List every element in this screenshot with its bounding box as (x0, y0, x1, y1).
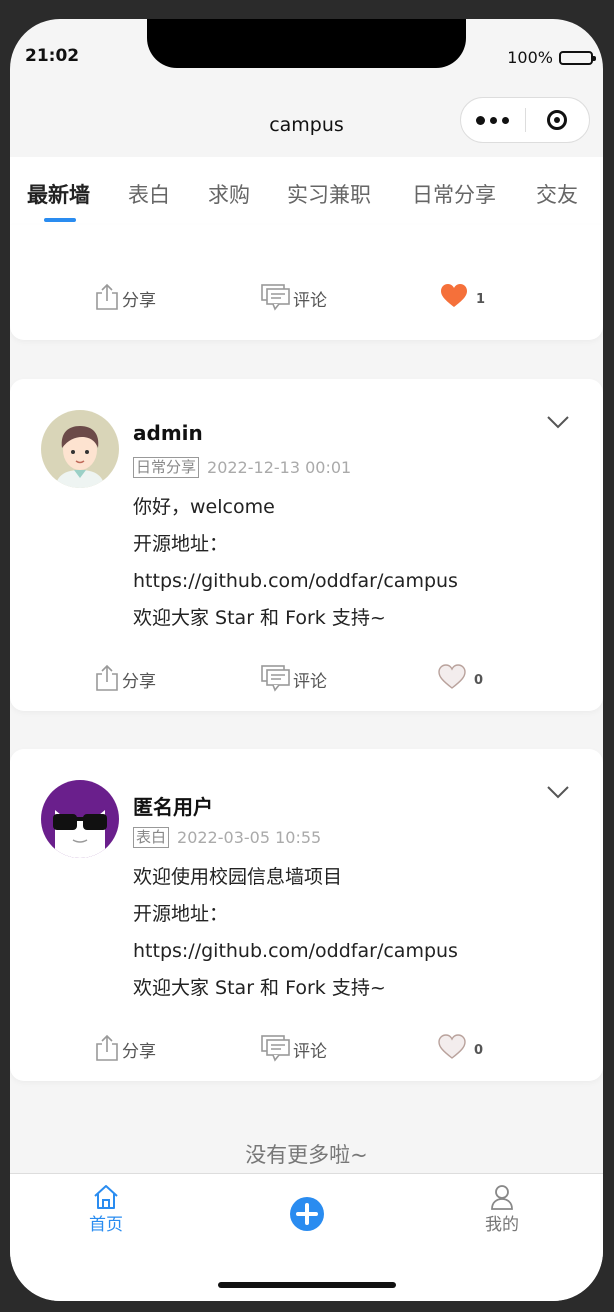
tab-friends[interactable]: 交友 (536, 179, 578, 209)
post-time: 2022-03-05 10:55 (177, 828, 322, 847)
avatar[interactable] (41, 410, 119, 488)
post-card: admin 日常分享 2022-12-13 00:01 你好，welcome 开… (10, 379, 603, 711)
comment-button[interactable]: 评论 (261, 664, 327, 692)
like-button[interactable]: 0 (438, 1034, 483, 1060)
post-line: 欢迎使用校园信息墙项目 (133, 866, 343, 888)
share-icon (96, 283, 118, 310)
battery-percent: 100% (507, 48, 553, 67)
tab-daily-share[interactable]: 日常分享 (412, 179, 496, 209)
tabbar-mine-label: 我的 (485, 1215, 519, 1235)
miniprogram-capsule (460, 97, 590, 143)
comment-icon (261, 284, 290, 311)
post-content: 欢迎使用校园信息墙项目 开源地址： https://github.com/odd… (133, 859, 458, 1007)
navbar: campus (10, 97, 603, 157)
post-line: 欢迎大家 Star 和 Fork 支持~ (133, 977, 386, 999)
notch (147, 19, 466, 68)
category-tag: 日常分享 (133, 457, 200, 478)
post-card: 匿名用户 表白 2022-03-05 10:55 欢迎使用校园信息墙项目 开源地… (10, 749, 603, 1081)
tab-confession[interactable]: 表白 (128, 179, 170, 209)
tabbar-mine[interactable]: 我的 (485, 1184, 519, 1235)
active-tab-indicator (44, 218, 76, 222)
like-count: 0 (474, 673, 484, 688)
heart-outline-icon (438, 1034, 466, 1059)
share-button[interactable]: 分享 (94, 283, 156, 311)
more-icon[interactable] (461, 115, 525, 125)
comment-label: 评论 (293, 291, 327, 311)
plus-circle-icon (290, 1197, 324, 1231)
status-time: 21:02 (25, 46, 80, 66)
like-count: 1 (476, 292, 486, 307)
share-button[interactable]: 分享 (94, 664, 156, 692)
chevron-down-icon[interactable] (547, 415, 569, 429)
heart-outline-icon (438, 664, 466, 689)
no-more-text: 没有更多啦~ (245, 1143, 368, 1167)
comment-label: 评论 (293, 672, 327, 692)
tabbar-home[interactable]: 首页 (89, 1184, 123, 1235)
post-line: 开源地址： (133, 903, 229, 925)
category-tabs: 最新墙 表白 求购 实习兼职 日常分享 交友 (10, 157, 603, 225)
home-icon (94, 1185, 118, 1209)
post-time: 2022-12-13 00:01 (207, 458, 352, 477)
share-icon (96, 664, 118, 691)
post-username[interactable]: 匿名用户 (133, 791, 213, 820)
tab-internship[interactable]: 实习兼职 (287, 179, 371, 209)
like-button[interactable]: 1 (440, 283, 485, 309)
comment-icon (261, 665, 290, 692)
share-label: 分享 (122, 1042, 156, 1062)
heart-filled-icon (441, 284, 467, 307)
post-line[interactable]: https://github.com/oddfar/campus (133, 933, 458, 970)
post-line: 开源地址： (133, 533, 229, 555)
post-line: 你好，welcome (133, 496, 275, 518)
like-button[interactable]: 0 (438, 664, 483, 690)
tab-latest[interactable]: 最新墙 (27, 179, 90, 209)
post-content: 你好，welcome 开源地址： https://github.com/oddf… (133, 489, 458, 637)
comment-label: 评论 (293, 1042, 327, 1062)
post-actions: 分享 评论 1 (10, 283, 603, 319)
post-line: 欢迎大家 Star 和 Fork 支持~ (133, 607, 386, 629)
post-username[interactable]: admin (133, 421, 203, 445)
battery-icon (559, 50, 596, 65)
post-line[interactable]: https://github.com/oddfar/campus (133, 563, 458, 600)
post-card-partial: 分享 评论 1 (10, 225, 603, 340)
add-post-button[interactable] (289, 1196, 325, 1232)
share-icon (96, 1034, 118, 1061)
post-meta: 日常分享 2022-12-13 00:01 (133, 457, 351, 478)
category-tag: 表白 (133, 827, 170, 848)
close-miniprogram-icon[interactable] (526, 110, 590, 130)
status-battery: 100% (507, 48, 596, 67)
avatar[interactable] (41, 780, 119, 858)
post-actions: 分享 评论 0 (10, 1034, 603, 1070)
comment-button[interactable]: 评论 (261, 283, 327, 311)
comment-button[interactable]: 评论 (261, 1034, 327, 1062)
share-button[interactable]: 分享 (94, 1034, 156, 1062)
post-meta: 表白 2022-03-05 10:55 (133, 827, 321, 848)
comment-icon (261, 1035, 290, 1062)
phone-screen: 21:02 100% campus 最新墙 表白 求购 实习兼职 日常分享 交友… (10, 19, 603, 1301)
share-label: 分享 (122, 291, 156, 311)
like-count: 0 (474, 1043, 484, 1058)
post-actions: 分享 评论 0 (10, 664, 603, 700)
home-indicator (218, 1282, 396, 1288)
user-icon (491, 1185, 513, 1210)
chevron-down-icon[interactable] (547, 785, 569, 799)
tabbar-home-label: 首页 (89, 1215, 123, 1235)
tab-buying[interactable]: 求购 (208, 179, 250, 209)
share-label: 分享 (122, 672, 156, 692)
